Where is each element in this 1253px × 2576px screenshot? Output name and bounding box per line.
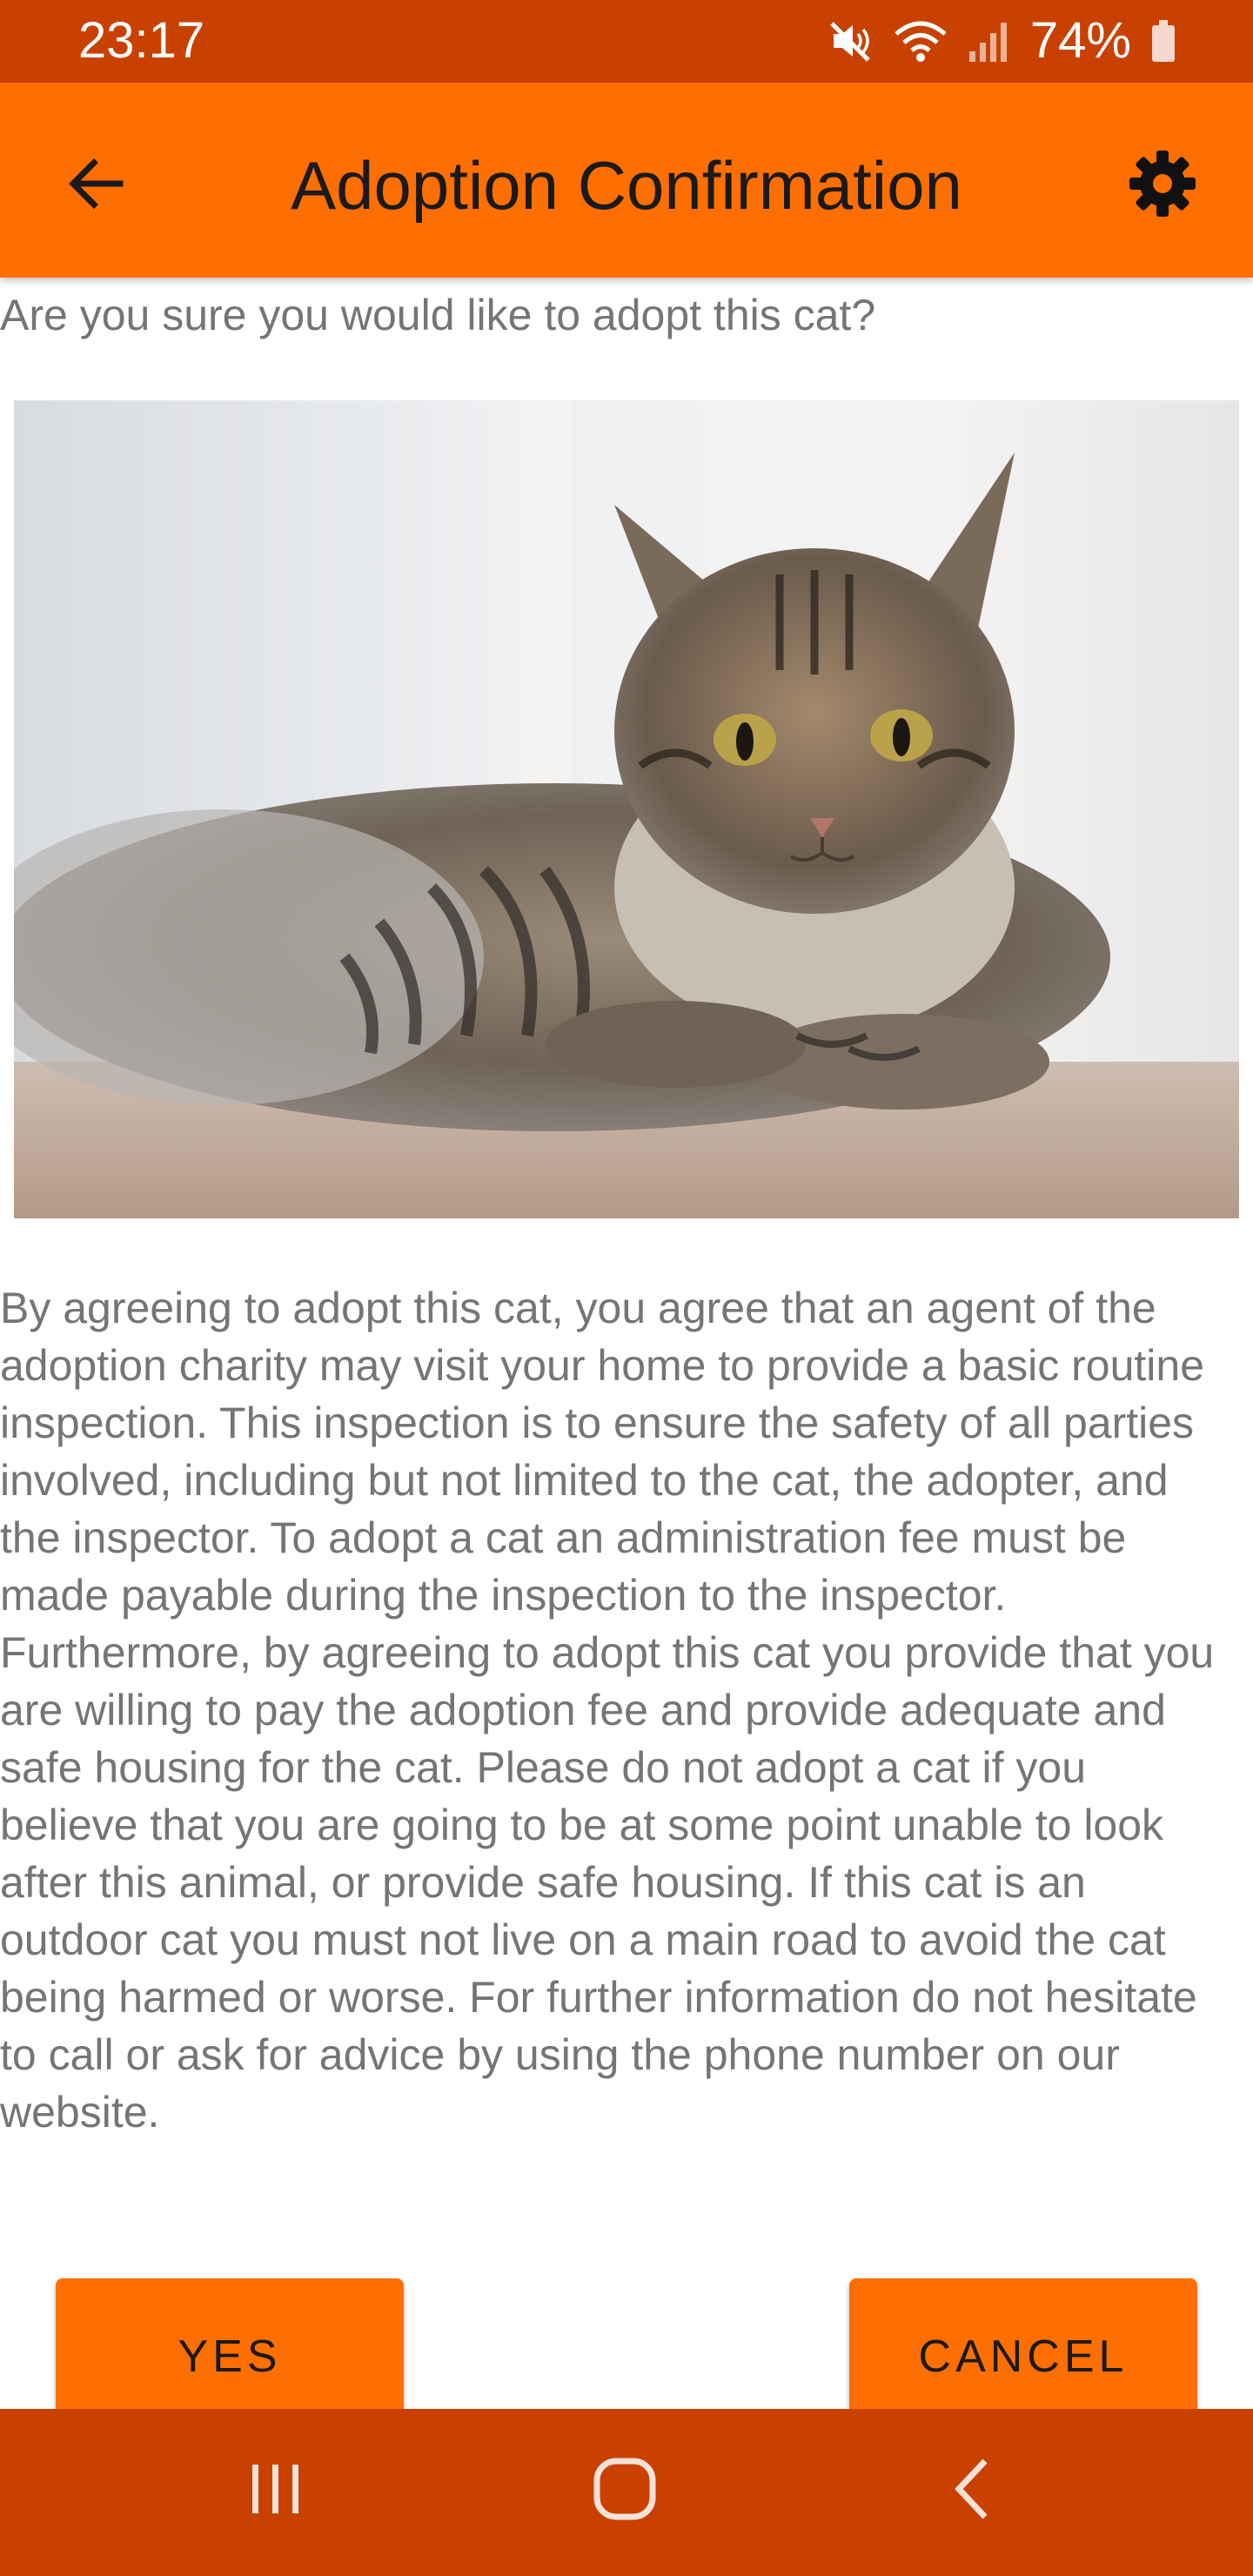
nav-back-button[interactable] [922,2438,1027,2543]
settings-button[interactable] [1117,140,1208,231]
system-nav-bar [0,2409,1253,2576]
home-button[interactable] [573,2438,677,2543]
confirmation-question: Are you sure you would like to adopt thi… [0,291,876,339]
arrow-back-icon [64,152,127,219]
status-icons: 74% [828,12,1176,70]
home-icon [590,2454,660,2528]
recents-button[interactable] [223,2438,327,2543]
back-button[interactable] [54,144,137,227]
signal-icon [968,18,1011,64]
battery-icon [1150,18,1176,64]
recents-icon [240,2454,310,2528]
cat-photo [14,400,1239,1218]
back-icon [940,2454,1009,2528]
gear-icon [1128,149,1197,223]
mute-icon [828,18,874,64]
terms-text: By agreeing to adopt this cat, you agree… [0,1284,1215,2137]
app-bar: Adoption Confirmation [0,83,1253,278]
status-time: 23:17 [78,12,205,69]
page-title: Adoption Confirmation [291,147,962,224]
wifi-icon [893,18,948,64]
battery-percent: 74% [1029,12,1131,69]
status-bar: 23:17 74% [0,0,1253,83]
